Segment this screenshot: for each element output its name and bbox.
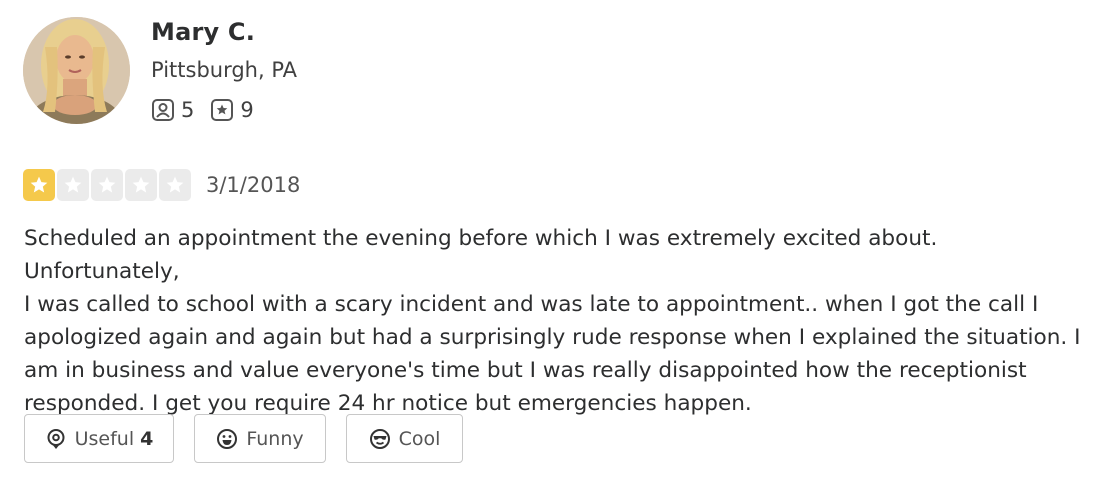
reviewer-location: Pittsburgh, PA (151, 58, 298, 82)
review-date: 3/1/2018 (206, 173, 301, 197)
review-card: Mary C. Pittsburgh, PA 5 9 3/1/2018 Sche… (0, 0, 1102, 488)
useful-count: 4 (140, 427, 154, 450)
cool-button[interactable]: Cool (346, 414, 463, 463)
review-star-icon (211, 99, 234, 121)
star-empty (91, 169, 123, 201)
friends-stat: 5 (151, 98, 194, 122)
star-icon (166, 176, 184, 193)
reviewer-stats: 5 9 (151, 97, 270, 123)
useful-bulb-icon (47, 428, 65, 449)
funny-face-icon (217, 428, 238, 449)
reviewer-name[interactable]: Mary C. (151, 18, 255, 46)
star-empty (125, 169, 157, 201)
friends-icon (152, 99, 174, 121)
rating-row: 3/1/2018 (23, 168, 300, 202)
funny-label: Funny (246, 427, 304, 450)
funny-button[interactable]: Funny (194, 414, 326, 463)
useful-button[interactable]: Useful 4 (24, 414, 174, 463)
star-empty (159, 169, 191, 201)
cool-sunglasses-icon (369, 428, 390, 449)
avatar-image (23, 17, 130, 124)
star-icon (98, 176, 116, 193)
star-icon (30, 176, 48, 193)
reviews-count: 9 (240, 98, 254, 122)
friends-count: 5 (181, 98, 195, 122)
star-rating (23, 169, 193, 201)
review-text: Scheduled an appointment the evening bef… (24, 226, 1081, 416)
reviews-stat: 9 (210, 98, 254, 122)
star-empty (57, 169, 89, 201)
cool-label: Cool (398, 427, 441, 450)
star-icon (64, 176, 82, 193)
useful-label: Useful (74, 427, 135, 450)
star-icon (132, 176, 150, 193)
star-filled (23, 169, 55, 201)
avatar[interactable] (23, 17, 130, 124)
